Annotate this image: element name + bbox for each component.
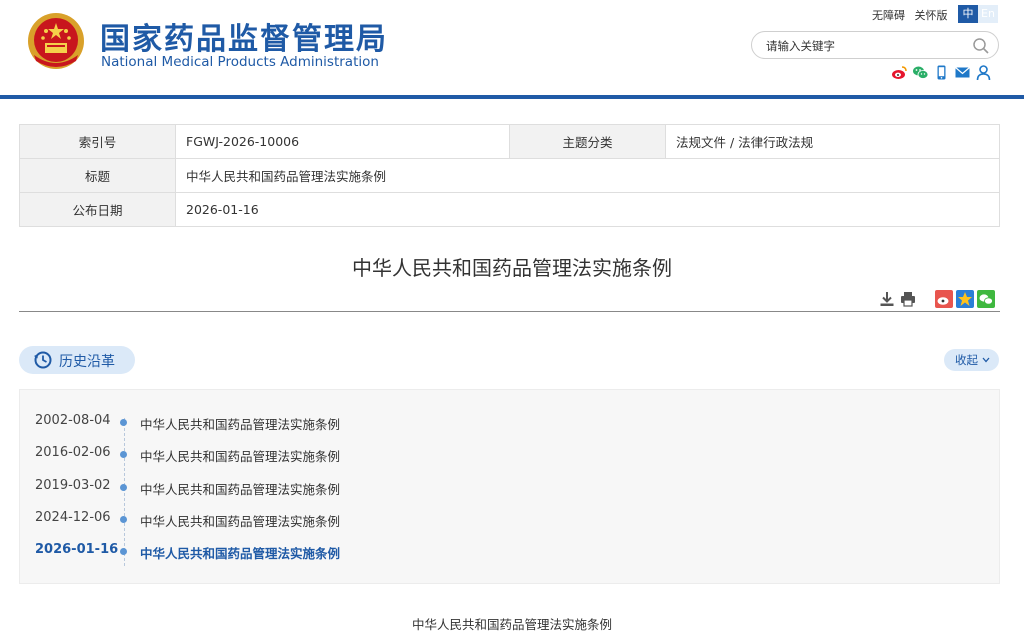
document-info-table: 索引号 FGWJ-2026-10006 主题分类 法规文件 / 法律行政法规 标…: [19, 124, 1000, 227]
share-wechat-icon[interactable]: [977, 290, 995, 308]
document-title: 中华人民共和国药品管理法实施条例: [352, 256, 672, 280]
site-title-english[interactable]: National Medical Products Administration: [101, 54, 379, 70]
timeline-date: 2026-01-16: [35, 542, 119, 557]
care-mode-link[interactable]: 关怀版: [915, 9, 948, 22]
search-box: [751, 31, 999, 59]
document-tools: [878, 290, 995, 308]
date-label: 公布日期: [19, 192, 176, 227]
site-title-chinese[interactable]: 国家药品监督管理局: [100, 14, 388, 58]
timeline-date: 2016-02-06: [35, 445, 111, 460]
timeline-item[interactable]: 2024-12-06 中华人民共和国药品管理法实施条例: [20, 510, 620, 530]
chevron-down-icon: [982, 357, 990, 363]
download-icon[interactable]: [878, 290, 896, 308]
category-label: 主题分类: [509, 124, 666, 159]
index-value: FGWJ-2026-10006: [175, 124, 510, 159]
timeline-item-current[interactable]: 2026-01-16 中华人民共和国药品管理法实施条例: [20, 542, 620, 562]
history-label: 历史沿革: [59, 354, 115, 370]
index-label: 索引号: [19, 124, 176, 159]
collapse-label: 收起: [955, 353, 978, 367]
share-qzone-icon[interactable]: [956, 290, 974, 308]
table-row: 标题 中华人民共和国药品管理法实施条例: [19, 158, 1000, 193]
title-divider: [19, 311, 1000, 312]
lang-english-button[interactable]: En: [978, 5, 998, 23]
collapse-button[interactable]: 收起: [944, 349, 999, 371]
title-value: 中华人民共和国药品管理法实施条例: [175, 158, 1000, 193]
history-section-tab[interactable]: 历史沿革: [19, 346, 135, 374]
clock-history-icon: [34, 351, 52, 369]
date-value: 2026-01-16: [175, 192, 1000, 227]
table-row: 公布日期 2026-01-16: [19, 192, 1000, 227]
print-icon[interactable]: [899, 290, 917, 308]
timeline-dot: [120, 516, 127, 523]
title-label: 标题: [19, 158, 176, 193]
category-value: 法规文件 / 法律行政法规: [665, 124, 1000, 159]
national-emblem-icon[interactable]: [26, 11, 86, 71]
timeline-link[interactable]: 中华人民共和国药品管理法实施条例: [140, 479, 340, 498]
timeline-link[interactable]: 中华人民共和国药品管理法实施条例: [140, 414, 340, 433]
timeline-link[interactable]: 中华人民共和国药品管理法实施条例: [140, 511, 340, 530]
lang-chinese-button[interactable]: 中: [958, 5, 978, 23]
mail-icon[interactable]: [954, 64, 971, 81]
timeline-dot: [120, 548, 127, 555]
search-icon[interactable]: [972, 37, 990, 55]
body-heading: 中华人民共和国药品管理法实施条例: [411, 617, 612, 632]
accessibility-link[interactable]: 无障碍: [872, 9, 905, 22]
wechat-icon[interactable]: [912, 64, 929, 81]
weibo-icon[interactable]: [891, 64, 908, 81]
timeline-dot: [120, 484, 127, 491]
search-input[interactable]: [766, 36, 966, 55]
timeline-item[interactable]: 2016-02-06 中华人民共和国药品管理法实施条例: [20, 445, 620, 465]
timeline-item[interactable]: 2019-03-02 中华人民共和国药品管理法实施条例: [20, 478, 620, 498]
social-links: [891, 64, 992, 81]
user-icon[interactable]: [975, 64, 992, 81]
timeline-dot: [120, 451, 127, 458]
timeline-item[interactable]: 2002-08-04 中华人民共和国药品管理法实施条例: [20, 413, 620, 433]
language-switch: 中 En: [958, 5, 998, 23]
site-header: 国家药品监督管理局 National Medical Products Admi…: [0, 0, 1024, 96]
table-row: 索引号 FGWJ-2026-10006 主题分类 法规文件 / 法律行政法规: [19, 124, 1000, 159]
timeline-dot: [120, 419, 127, 426]
top-links: 无障碍 关怀版: [872, 7, 954, 23]
timeline-date: 2019-03-02: [35, 478, 111, 493]
timeline-date: 2024-12-06: [35, 510, 111, 525]
timeline-date: 2002-08-04: [35, 413, 111, 428]
timeline-link[interactable]: 中华人民共和国药品管理法实施条例: [140, 446, 340, 465]
mobile-icon[interactable]: [933, 64, 950, 81]
history-timeline: 2002-08-04 中华人民共和国药品管理法实施条例 2016-02-06 中…: [19, 389, 1000, 584]
share-weibo-icon[interactable]: [935, 290, 953, 308]
header-divider: [0, 95, 1024, 99]
timeline-link[interactable]: 中华人民共和国药品管理法实施条例: [140, 543, 340, 562]
